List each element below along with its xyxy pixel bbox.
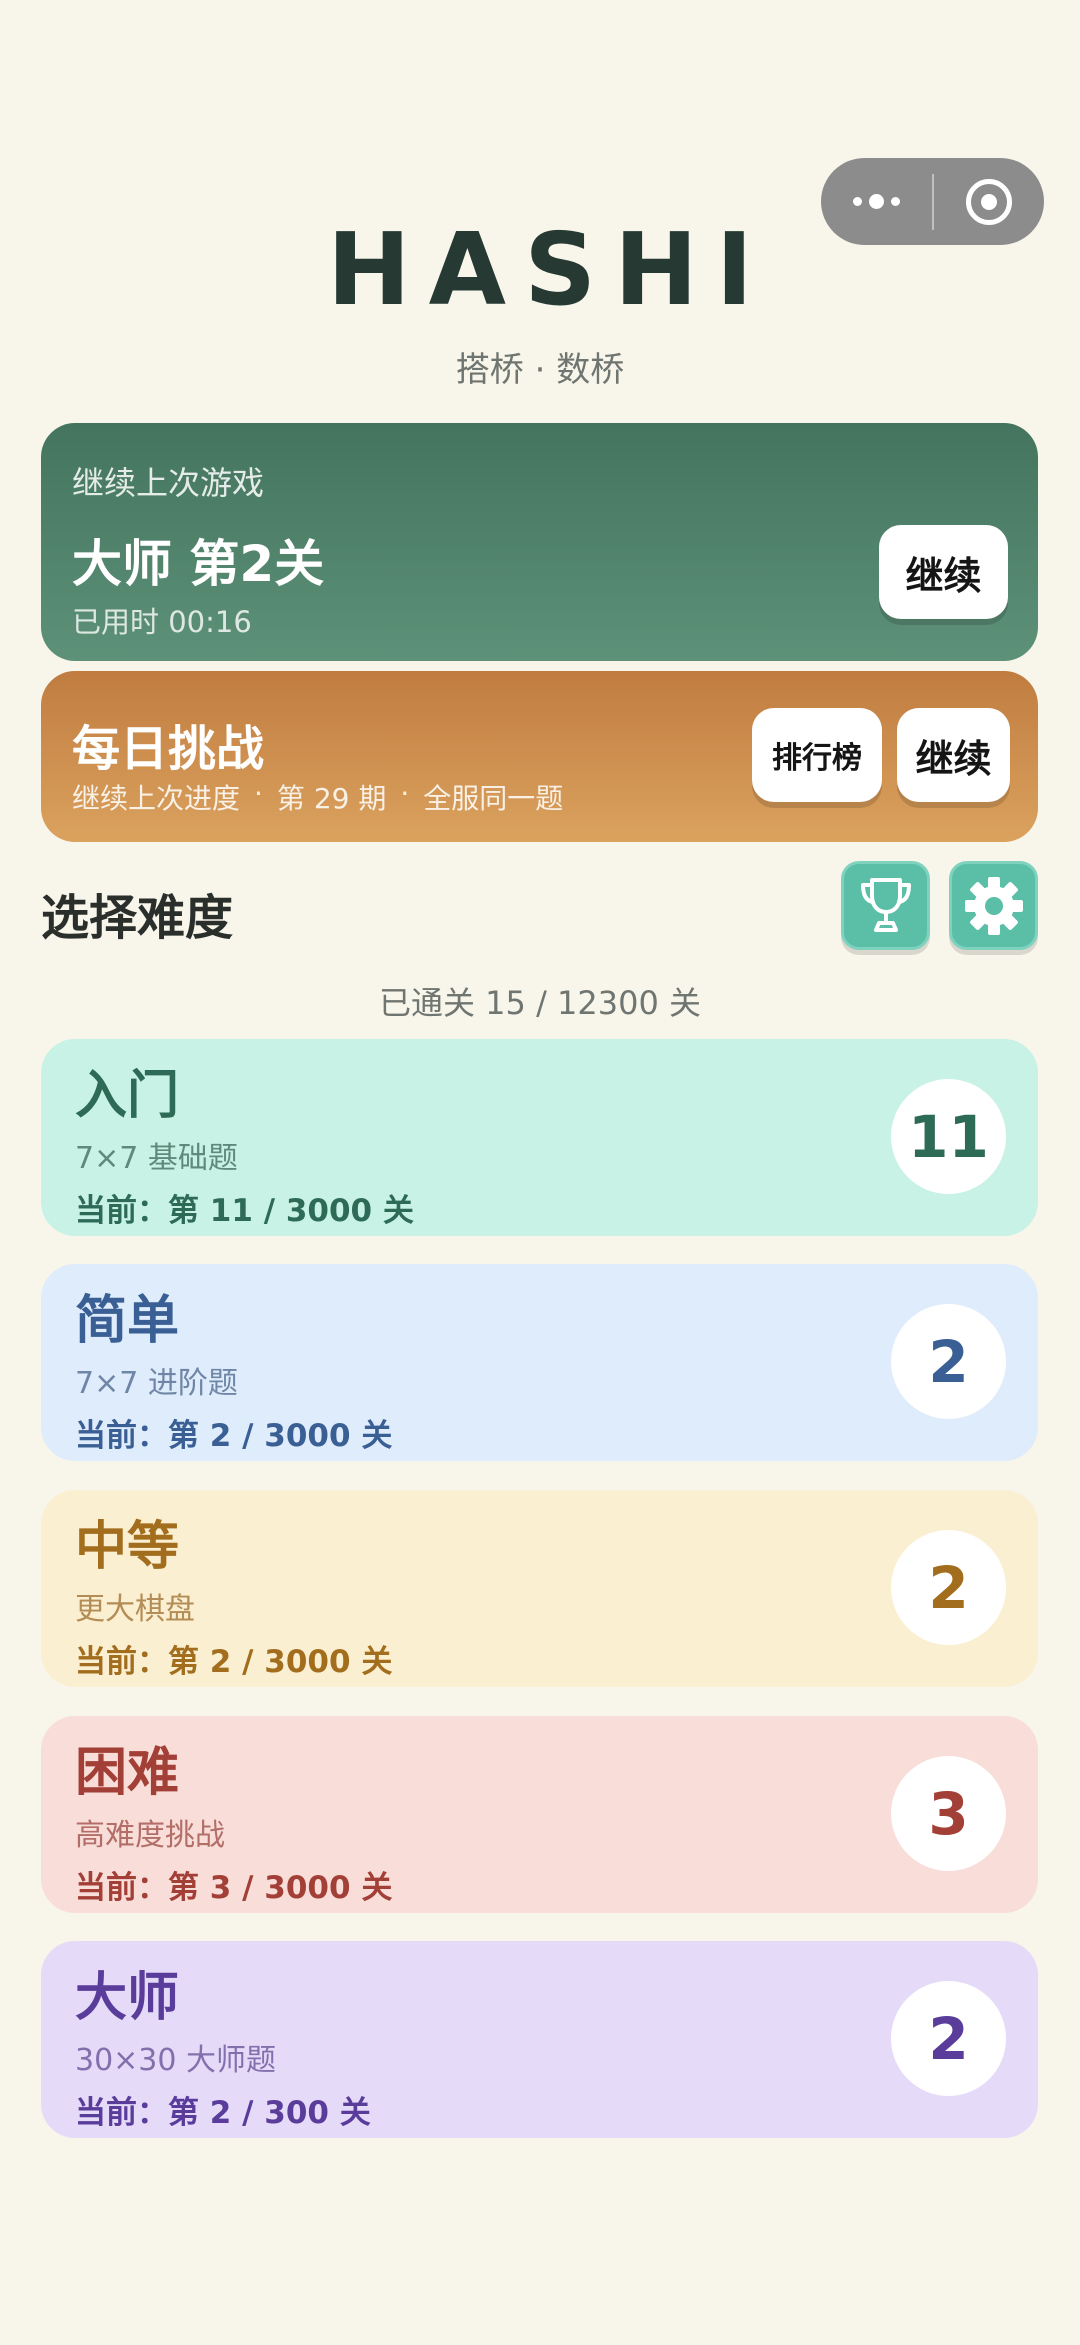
difficulty-description: 30×30 大师题: [75, 2043, 277, 2078]
difficulty-current-level: 当前：第 11 / 3000 关: [75, 1193, 414, 1229]
continue-game-card[interactable]: 继续上次游戏 大师 第2关 已用时 00:16 继续: [41, 423, 1038, 661]
daily-challenge-title: 每日挑战: [72, 721, 265, 777]
daily-continue-button[interactable]: 继续: [897, 708, 1010, 802]
separator-dot: ·: [400, 777, 410, 810]
trophy-icon: [860, 877, 911, 932]
difficulty-card-easy[interactable]: 简单 7×7 进阶题 当前：第 2 / 3000 关 2: [41, 1264, 1038, 1461]
daily-progress-text: 继续上次进度: [72, 782, 241, 815]
difficulty-description: 7×7 进阶题: [75, 1366, 238, 1401]
difficulty-level-badge: 2: [891, 1530, 1006, 1645]
difficulty-section-title: 选择难度: [41, 890, 234, 946]
difficulty-description: 高难度挑战: [75, 1818, 225, 1853]
continue-level: 大师 第2关: [72, 535, 325, 593]
gear-icon: [964, 876, 1023, 935]
separator-dot: ·: [254, 777, 263, 810]
continue-label: 继续上次游戏: [72, 464, 265, 502]
difficulty-current-level: 当前：第 2 / 3000 关: [75, 1418, 393, 1454]
difficulty-level-badge: 2: [891, 1981, 1006, 2096]
continue-button[interactable]: 继续: [879, 525, 1008, 619]
difficulty-current-level: 当前：第 2 / 300 关: [75, 2095, 371, 2131]
leaderboard-button[interactable]: 排行榜: [752, 708, 882, 802]
difficulty-name: 中等: [75, 1517, 180, 1577]
elapsed-time: 已用时 00:16: [72, 605, 252, 639]
difficulty-name: 入门: [75, 1066, 180, 1126]
difficulty-current-level: 当前：第 3 / 3000 关: [75, 1870, 393, 1906]
total-progress: 已通关 15 / 12300 关: [379, 984, 701, 1022]
difficulty-card-hard[interactable]: 困难 高难度挑战 当前：第 3 / 3000 关 3: [41, 1716, 1038, 1913]
difficulty-description: 7×7 基础题: [75, 1141, 238, 1176]
difficulty-name: 困难: [75, 1743, 180, 1803]
app-subtitle: 搭桥 · 数桥: [455, 350, 625, 390]
daily-challenge-info: 继续上次进度 · 第 29 期 · 全服同一题: [72, 777, 563, 817]
difficulty-current-level: 当前：第 2 / 3000 关: [75, 1644, 393, 1680]
difficulty-description: 更大棋盘: [75, 1592, 195, 1627]
app-title: HASHI: [326, 211, 771, 328]
difficulty-name: 简单: [75, 1291, 180, 1351]
settings-button[interactable]: [949, 861, 1038, 950]
difficulty-card-medium[interactable]: 中等 更大棋盘 当前：第 2 / 3000 关 2: [41, 1490, 1038, 1687]
daily-issue-text: 第 29 期: [276, 782, 387, 815]
daily-scope-text: 全服同一题: [423, 782, 564, 815]
difficulty-card-master[interactable]: 大师 30×30 大师题 当前：第 2 / 300 关 2: [41, 1941, 1038, 2138]
achievements-button[interactable]: [841, 861, 930, 950]
difficulty-name: 大师: [75, 1968, 180, 2028]
difficulty-level-badge: 3: [891, 1756, 1006, 1871]
daily-challenge-card[interactable]: 每日挑战 继续上次进度 · 第 29 期 · 全服同一题 排行榜 继续: [41, 671, 1038, 842]
difficulty-level-badge: 2: [891, 1304, 1006, 1419]
difficulty-card-beginner[interactable]: 入门 7×7 基础题 当前：第 11 / 3000 关 11: [41, 1039, 1038, 1236]
difficulty-level-badge: 11: [891, 1079, 1006, 1194]
